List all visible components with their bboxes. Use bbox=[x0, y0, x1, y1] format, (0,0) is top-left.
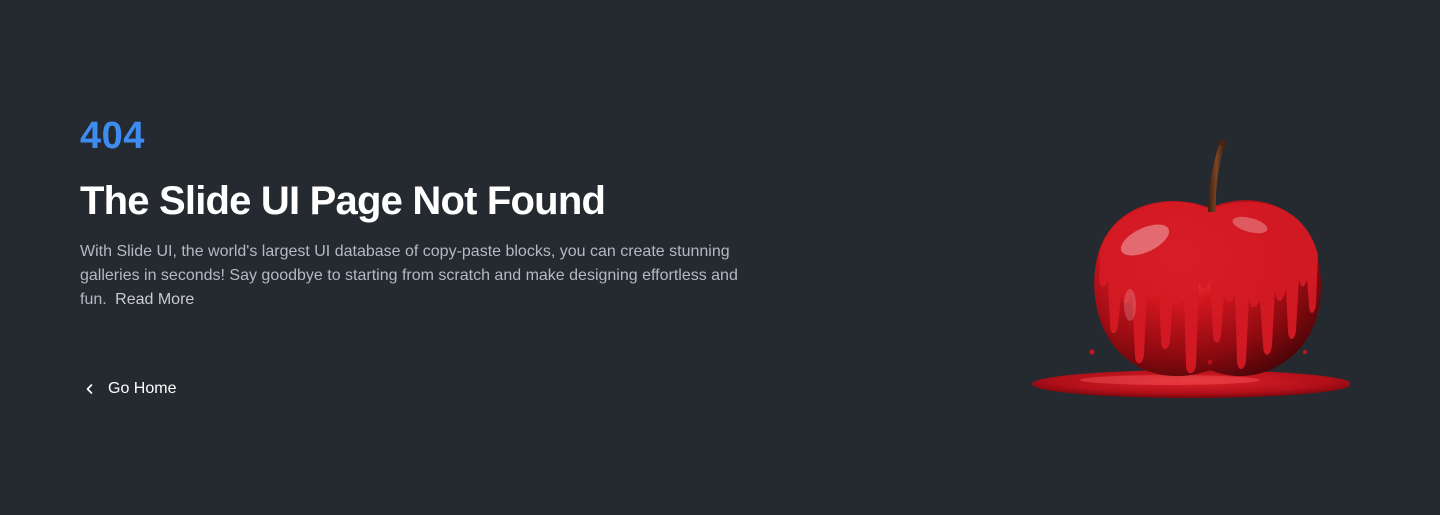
error-description: With Slide UI, the world's largest UI da… bbox=[80, 240, 740, 312]
go-home-button[interactable]: Go Home bbox=[80, 376, 176, 402]
chevron-left-icon bbox=[80, 379, 100, 399]
go-home-label: Go Home bbox=[108, 380, 177, 397]
error-code: 404 bbox=[80, 115, 145, 157]
melting-apple-illustration bbox=[1032, 140, 1350, 398]
page-title: The Slide UI Page Not Found bbox=[80, 179, 606, 223]
error-content: 404 The Slide UI Page Not Found With Sli… bbox=[80, 112, 780, 312]
read-more-link[interactable]: Read More bbox=[115, 291, 194, 308]
